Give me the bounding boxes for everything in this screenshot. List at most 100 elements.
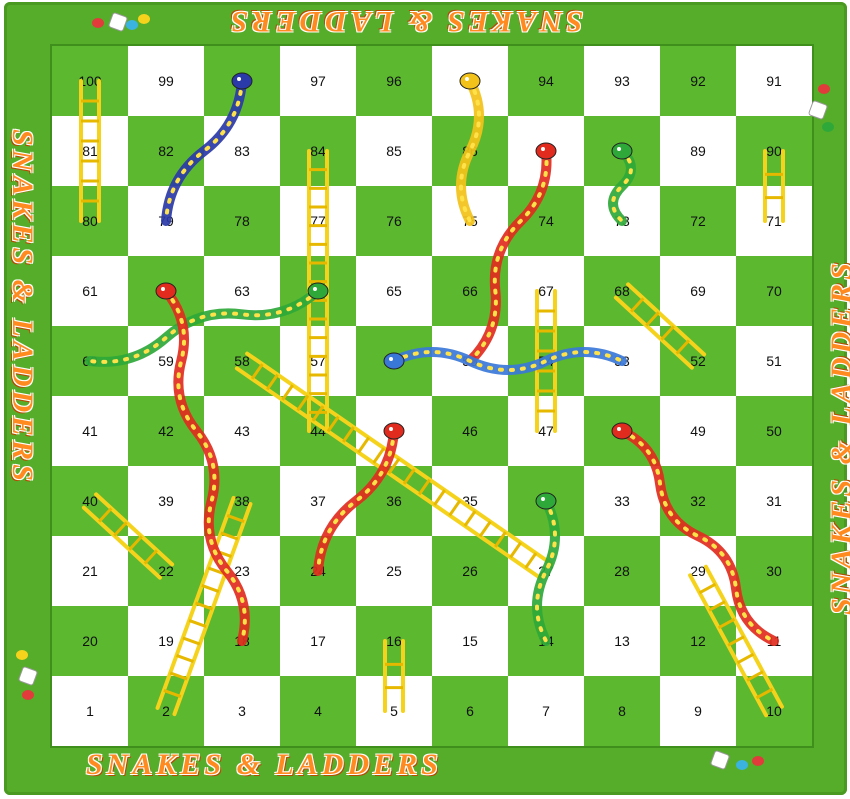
cell-number: 14	[538, 633, 554, 649]
board-cell-11: 11	[736, 606, 812, 676]
cell-number: 36	[386, 493, 402, 509]
board-cell-58: 58	[204, 326, 280, 396]
cell-number: 93	[614, 73, 630, 89]
board-cell-70: 70	[736, 256, 812, 326]
cell-number: 91	[766, 73, 782, 89]
candy-icon	[22, 690, 34, 700]
board-cell-79: 79	[128, 186, 204, 256]
board-cell-4: 4	[280, 676, 356, 746]
board-cell-53: 53	[584, 326, 660, 396]
cell-number: 66	[462, 283, 478, 299]
board-cell-36: 36	[356, 466, 432, 536]
cell-number: 57	[310, 353, 326, 369]
board-cell-57: 57	[280, 326, 356, 396]
cell-number: 4	[314, 703, 322, 719]
board-cell-73: 73	[584, 186, 660, 256]
cell-number: 77	[310, 213, 326, 229]
cell-number: 34	[538, 493, 554, 509]
cell-number: 48	[614, 423, 630, 439]
board-cell-68: 68	[584, 256, 660, 326]
cell-number: 23	[234, 563, 250, 579]
board-cell-10: 10	[736, 676, 812, 746]
cell-number: 22	[158, 563, 174, 579]
cell-number: 46	[462, 423, 478, 439]
board-cell-22: 22	[128, 536, 204, 606]
cell-number: 78	[234, 213, 250, 229]
cell-number: 11	[766, 633, 782, 649]
cell-number: 27	[538, 563, 554, 579]
board-cell-13: 13	[584, 606, 660, 676]
title-top: SNAKES & LADDERS	[227, 5, 583, 38]
cell-number: 55	[462, 353, 478, 369]
cell-number: 96	[386, 73, 402, 89]
board-cell-14: 14	[508, 606, 584, 676]
board-cell-72: 72	[660, 186, 736, 256]
board-cell-84: 84	[280, 116, 356, 186]
cell-number: 6	[466, 703, 474, 719]
board-cell-90: 90	[736, 116, 812, 186]
cell-number: 47	[538, 423, 554, 439]
cell-number: 86	[462, 143, 478, 159]
board-cell-3: 3	[204, 676, 280, 746]
cell-number: 20	[82, 633, 98, 649]
cell-number: 37	[310, 493, 326, 509]
board-cell-21: 21	[52, 536, 128, 606]
board-cell-33: 33	[584, 466, 660, 536]
cell-number: 21	[82, 563, 98, 579]
board-cell-32: 32	[660, 466, 736, 536]
cell-number: 26	[462, 563, 478, 579]
board-cell-38: 38	[204, 466, 280, 536]
cell-number: 39	[158, 493, 174, 509]
board-cell-82: 82	[128, 116, 204, 186]
board-cell-62: 62	[128, 256, 204, 326]
cell-number: 58	[234, 353, 250, 369]
candy-icon	[126, 20, 138, 30]
cell-number: 82	[158, 143, 174, 159]
board-cell-81: 81	[52, 116, 128, 186]
cell-number: 45	[386, 423, 402, 439]
board-cell-56: 56	[356, 326, 432, 396]
title-left: SNAKES & LADDERS	[5, 129, 39, 485]
board-cell-74: 74	[508, 186, 584, 256]
cell-number: 89	[690, 143, 706, 159]
board-cell-24: 24	[280, 536, 356, 606]
cell-number: 61	[82, 283, 98, 299]
board-cell-77: 77	[280, 186, 356, 256]
cell-number: 15	[462, 633, 478, 649]
board-cell-78: 78	[204, 186, 280, 256]
board-cell-92: 92	[660, 46, 736, 116]
cell-number: 100	[78, 73, 102, 89]
board-cell-27: 27	[508, 536, 584, 606]
cell-number: 13	[614, 633, 630, 649]
cell-number: 5	[390, 703, 398, 719]
board-cell-15: 15	[432, 606, 508, 676]
cell-number: 32	[690, 493, 706, 509]
board-cell-8: 8	[584, 676, 660, 746]
board-cell-95: 95	[432, 46, 508, 116]
board-cell-29: 29	[660, 536, 736, 606]
board-cell-35: 35	[432, 466, 508, 536]
board-cell-87: 87	[508, 116, 584, 186]
board-cell-20: 20	[52, 606, 128, 676]
cell-number: 12	[690, 633, 706, 649]
cell-number: 98	[234, 73, 250, 89]
board-cell-97: 97	[280, 46, 356, 116]
cell-number: 9	[694, 703, 702, 719]
board-cell-93: 93	[584, 46, 660, 116]
cell-number: 19	[158, 633, 174, 649]
cell-number: 74	[538, 213, 554, 229]
board-cell-86: 86	[432, 116, 508, 186]
board-cell-40: 40	[52, 466, 128, 536]
board-cell-96: 96	[356, 46, 432, 116]
board-cell-54: 54	[508, 326, 584, 396]
board-cell-59: 59	[128, 326, 204, 396]
board-cell-9: 9	[660, 676, 736, 746]
cell-number: 88	[614, 143, 630, 159]
cell-number: 28	[614, 563, 630, 579]
board-cell-66: 66	[432, 256, 508, 326]
board-cell-61: 61	[52, 256, 128, 326]
cell-number: 54	[538, 353, 554, 369]
cell-number: 33	[614, 493, 630, 509]
board-cell-41: 41	[52, 396, 128, 466]
candy-icon	[16, 650, 28, 660]
